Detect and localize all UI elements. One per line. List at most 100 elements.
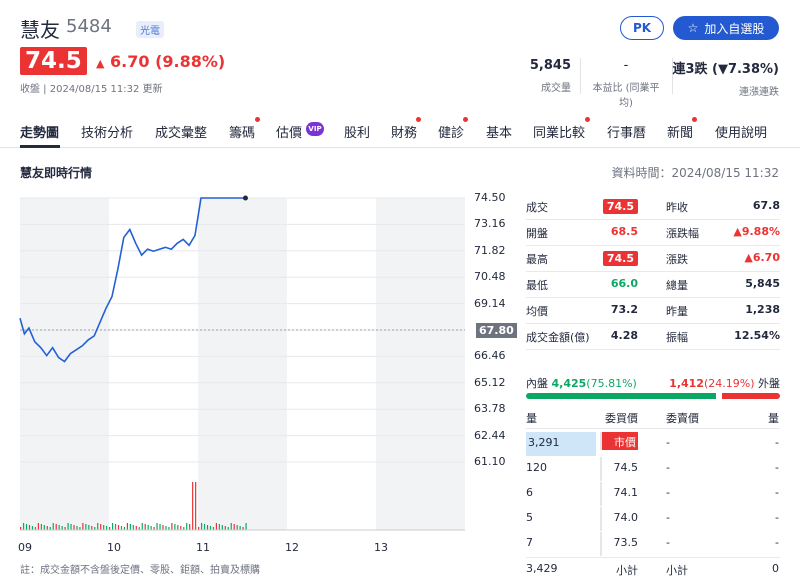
bid-price: 74.1 bbox=[600, 482, 638, 506]
volume-bar bbox=[144, 524, 146, 530]
bid-total-qty: 3,429 bbox=[526, 562, 558, 575]
hour-band bbox=[198, 198, 287, 530]
tab-trend[interactable]: 走勢圖 bbox=[20, 122, 59, 141]
volume-bar bbox=[25, 524, 28, 530]
quote-row: 最高 74.5 漲跌 ▲6.70 bbox=[526, 245, 780, 271]
volume-bar bbox=[141, 523, 143, 530]
tab-technical[interactable]: 技術分析 bbox=[81, 122, 133, 141]
divider bbox=[580, 58, 581, 94]
x-tick-label: 13 bbox=[374, 541, 388, 554]
volume-bar bbox=[245, 523, 247, 530]
stat-volume-label: 成交量 bbox=[541, 83, 571, 94]
quote-value: 68.5 bbox=[610, 225, 638, 238]
ask-price: - bbox=[666, 486, 670, 499]
volume-bar bbox=[88, 525, 90, 530]
quote-label: 昨收 bbox=[666, 201, 688, 214]
bid-price: 74.0 bbox=[600, 507, 638, 531]
quote-row: 均價 73.2 昨量 1,238 bbox=[526, 297, 780, 323]
volume-bar bbox=[40, 524, 42, 530]
inner-outer-bar bbox=[526, 393, 780, 399]
tab-news[interactable]: 新聞 bbox=[667, 122, 693, 141]
volume-bar bbox=[224, 526, 226, 530]
notification-dot bbox=[585, 117, 590, 122]
y-tick-label: 73.16 bbox=[474, 217, 506, 231]
y-tick-label: 70.48 bbox=[474, 270, 506, 284]
volume-bar bbox=[58, 525, 60, 530]
industry-tag[interactable]: 光電 bbox=[136, 21, 164, 38]
quote-row: 開盤 68.5 漲跌幅 ▲9.88% bbox=[526, 219, 780, 245]
notification-dot bbox=[416, 117, 421, 122]
quote-value: 74.5 bbox=[602, 251, 638, 266]
quote-label: 成交 bbox=[526, 201, 548, 214]
market-status: 收盤 | 2024/08/15 11:32 更新 bbox=[20, 84, 163, 95]
outer-label: 外盤 bbox=[758, 377, 780, 390]
bid-price: 74.5 bbox=[600, 457, 638, 481]
y-tick-label: 66.46 bbox=[474, 349, 506, 363]
tab-trades[interactable]: 成交彙整 bbox=[155, 122, 207, 141]
inner-pct: (75.81%) bbox=[586, 377, 637, 390]
bid-qty: 120 bbox=[526, 461, 547, 474]
volume-bar bbox=[230, 523, 232, 530]
divider bbox=[526, 349, 780, 350]
tab-help[interactable]: 使用說明 bbox=[715, 122, 767, 141]
volume-bar bbox=[135, 526, 137, 530]
volume-bar bbox=[120, 526, 123, 530]
volume-bar bbox=[171, 523, 173, 530]
tab-basic[interactable]: 基本 bbox=[486, 122, 512, 141]
volume-bar bbox=[67, 523, 69, 530]
tab-dividend[interactable]: 股利 bbox=[344, 122, 370, 141]
inner-volume: 內盤 4,425(75.81%) bbox=[526, 375, 637, 391]
volume-bar bbox=[156, 523, 158, 530]
volume-bar bbox=[85, 524, 87, 530]
y-tick-label: 67.80 bbox=[476, 323, 517, 338]
volume-bar bbox=[132, 525, 134, 530]
tab-valuation[interactable]: 估價 bbox=[276, 122, 302, 141]
bid-total-label: 小計 bbox=[616, 564, 638, 577]
outer-pct: (24.19%) bbox=[703, 377, 755, 390]
stat-pe: - 本益比 (同業平均) bbox=[586, 58, 666, 109]
add-watchlist-button[interactable]: ☆ 加入自選股 bbox=[673, 16, 779, 40]
quote-value: 12.54% bbox=[734, 329, 780, 342]
quote-row: 成交金額(億) 4.28 振幅 12.54% bbox=[526, 323, 780, 349]
quote-value: 74.5 bbox=[602, 199, 638, 214]
quote-label: 開盤 bbox=[526, 227, 548, 240]
hour-band bbox=[20, 198, 109, 530]
volume-bar bbox=[55, 524, 57, 530]
tab-financial[interactable]: 財務 bbox=[391, 122, 417, 141]
up-arrow-icon: ▲ bbox=[96, 57, 105, 70]
price-change: ▲ 6.70 (9.88%) bbox=[96, 52, 225, 71]
volume-bar bbox=[177, 525, 179, 530]
tab-peer-compare[interactable]: 同業比較 bbox=[533, 122, 585, 141]
bid-price: 73.5 bbox=[600, 532, 638, 556]
volume-bar bbox=[162, 525, 164, 530]
ask-price: - bbox=[666, 436, 670, 449]
volume-bar bbox=[61, 526, 63, 530]
tab-chips[interactable]: 籌碼 bbox=[229, 122, 255, 141]
ask-qty: - bbox=[775, 536, 779, 549]
volume-bar bbox=[117, 525, 120, 530]
pk-button[interactable]: PK bbox=[620, 16, 664, 40]
pk-label: PK bbox=[632, 21, 652, 35]
tab-calendar[interactable]: 行事曆 bbox=[607, 122, 646, 141]
ask-price: - bbox=[666, 511, 670, 524]
volume-bar bbox=[114, 524, 117, 530]
volume-bar bbox=[46, 526, 48, 530]
ask-ratio-bar bbox=[721, 393, 780, 399]
y-tick-label: 71.82 bbox=[474, 243, 506, 257]
tab-health[interactable]: 健診 bbox=[438, 122, 464, 141]
ask-qty: - bbox=[775, 511, 779, 524]
ask-price: - bbox=[666, 536, 670, 549]
inner-label: 內盤 bbox=[526, 377, 548, 390]
stat-streak-value: 連3跌 (▼7.38%) bbox=[672, 62, 779, 77]
x-tick-label: 09 bbox=[18, 541, 32, 554]
orderbook-header-ask-qty: 量 bbox=[768, 412, 779, 425]
volume-bar bbox=[37, 523, 39, 530]
volume-bar bbox=[31, 526, 34, 530]
notification-dot bbox=[692, 117, 697, 122]
star-icon: ☆ bbox=[687, 21, 699, 35]
add-watchlist-label: 加入自選股 bbox=[704, 21, 765, 36]
orderbook-header-bid-price: 委買價 bbox=[605, 412, 638, 425]
intraday-chart[interactable]: 74.50 73.16 71.82 70.48 69.14 67.80 66.46 65.12… bbox=[0, 190, 520, 560]
x-tick-label: 10 bbox=[107, 541, 121, 554]
volume-bar bbox=[70, 524, 72, 530]
